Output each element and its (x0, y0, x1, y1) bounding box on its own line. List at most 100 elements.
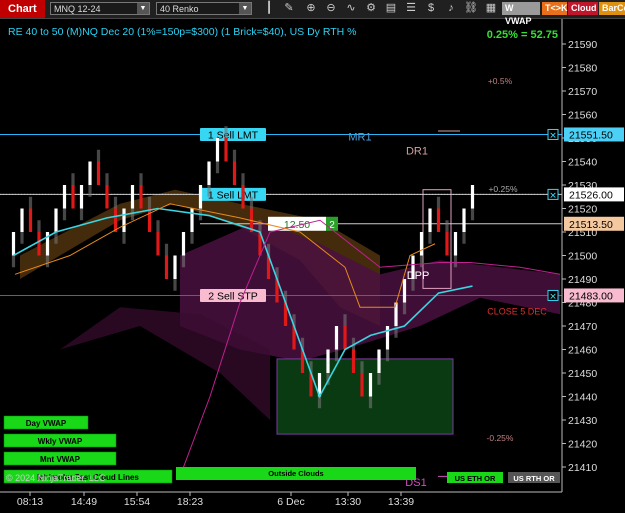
renko-brick-shadow (88, 185, 92, 197)
instrument-selector[interactable]: MNQ 12-24 ▼ (50, 2, 150, 15)
renko-brick-shadow (181, 255, 186, 268)
axis-tick-label: 21430 (568, 415, 597, 427)
zone-label: -0.25% (487, 433, 514, 443)
axis-tick-label: 21420 (568, 439, 597, 451)
renko-brick-shadow (45, 255, 50, 268)
renko-brick-shadow (11, 255, 16, 268)
axis-tick-label: 21440 (568, 392, 597, 404)
renko-brick-shadow (105, 173, 109, 185)
legend-button-label: Day VWAP (26, 419, 67, 428)
renko-brick-shadow (249, 196, 254, 209)
templates-icon[interactable]: ▤ (384, 1, 398, 16)
chart-tab[interactable]: Chart (0, 0, 45, 18)
renko-brick-shadow (470, 208, 475, 221)
renko-brick-shadow (139, 173, 143, 185)
chevron-down-icon: ▼ (137, 3, 149, 14)
axis-tick-label: 21520 (568, 204, 597, 216)
time-axis: 08:13 14:49 15:54 18:23 6 Dec 13:30 13:39 (0, 491, 562, 508)
renko-brick (326, 349, 330, 373)
axis-tick-label: 21450 (568, 368, 597, 380)
barco-button[interactable]: BarCo (599, 2, 625, 15)
renko-brick (156, 232, 160, 256)
legend-button-label: Mnt VWAP (40, 455, 81, 464)
renko-brick (334, 326, 339, 350)
renko-brick (20, 208, 24, 232)
renko-brick-shadow (164, 243, 169, 256)
renko-brick-shadow (113, 196, 118, 209)
tk-button[interactable]: T<>K (542, 2, 568, 15)
renko-brick-shadow (62, 208, 67, 221)
renko-brick (343, 326, 347, 350)
renko-brick-shadow (241, 173, 245, 185)
copyright-text: © 2024 NinjaTrader, LLC (6, 473, 106, 483)
axis-tick-label: 21500 (568, 251, 597, 263)
axis-tick-label: 21580 (568, 63, 597, 75)
zone-label: DPP (407, 270, 430, 282)
axis-price-flag-label: 21513.50 (569, 219, 613, 231)
renko-brick (190, 208, 194, 232)
renko-brick (147, 208, 152, 232)
renko-brick-shadow (462, 232, 466, 244)
renko-brick (368, 373, 373, 397)
renko-brick-shadow (368, 396, 373, 409)
close-icon: ✕ (549, 130, 557, 140)
time-tick-label: 18:23 (177, 496, 203, 508)
link-icon[interactable]: ⛓ (464, 1, 478, 16)
renko-brick-shadow (360, 361, 364, 373)
time-tick-label: 08:13 (17, 496, 43, 508)
renko-brick (164, 255, 169, 279)
zone-label: +0.25% (488, 184, 518, 194)
strategies-icon[interactable]: ⚙ (364, 1, 378, 16)
renko-brick-shadow (28, 196, 33, 209)
bar-type-value: 40 Renko (160, 4, 199, 14)
footer-button-label: Outside Clouds (268, 469, 323, 478)
renko-brick (113, 208, 118, 232)
renko-brick (54, 208, 58, 232)
chart-trader-icon[interactable]: $ (424, 1, 438, 16)
order-label: 2 Sell STP (208, 290, 258, 302)
zone-label: CLOSE 5 DEC (487, 306, 547, 316)
axis-price-flag-label: 21483.00 (569, 290, 613, 302)
renko-brick-shadow (445, 220, 449, 232)
renko-brick-shadow (207, 185, 211, 197)
renko-brick-shadow (232, 149, 237, 162)
renko-brick-shadow (419, 255, 424, 268)
grid-icon[interactable]: ▦ (484, 1, 498, 16)
instrument-value: MNQ 12-24 (54, 4, 101, 14)
renko-brick-shadow (54, 232, 58, 244)
legend-button-label: Wkly VWAP (38, 437, 83, 446)
footer-button-label: US RTH OR (513, 474, 555, 483)
renko-brick (105, 185, 109, 209)
bar-type-selector[interactable]: 40 Renko ▼ (156, 2, 252, 15)
renko-brick (130, 185, 135, 209)
alerts-icon[interactable]: ♪ (444, 1, 458, 16)
renko-chart[interactable]: 1 Sell LMT ✕1 Sell LMT ✕12.50 22 Sell STP ✕ … (0, 19, 625, 513)
zoom-in-icon[interactable]: ⊕ (304, 1, 318, 16)
renko-brick (79, 185, 84, 209)
renko-brick-shadow (190, 232, 194, 244)
renko-brick-shadow (224, 126, 228, 138)
drawing-tool-icon[interactable]: ✎ (282, 1, 296, 16)
renko-brick (385, 326, 390, 350)
renko-brick-shadow (122, 232, 126, 244)
bar-style-icon[interactable]: ┃ (262, 1, 276, 16)
renko-brick-shadow (79, 208, 84, 221)
renko-brick (122, 208, 126, 232)
cloud-button[interactable]: Cloud (568, 2, 598, 15)
renko-brick (351, 349, 356, 373)
renko-brick-shadow (402, 302, 407, 315)
renko-brick (71, 185, 75, 209)
indicators-icon[interactable]: ∿ (344, 1, 358, 16)
w-vwap-button[interactable]: W VWAP (502, 2, 540, 26)
renko-brick-shadow (215, 161, 220, 174)
renko-brick-shadow (37, 220, 41, 232)
renko-brick-shadow (173, 279, 177, 291)
properties-icon[interactable]: ☰ (404, 1, 418, 16)
zoom-out-icon[interactable]: ⊖ (324, 1, 338, 16)
axis-tick-label: 21570 (568, 86, 597, 98)
axis-tick-label: 21590 (568, 39, 597, 51)
top-right-percent-label: 0.25% = 52.75 (487, 29, 558, 41)
time-tick-label: 6 Dec (277, 496, 304, 508)
renko-brick (215, 138, 220, 162)
axis-tick-label: 21560 (568, 110, 597, 122)
